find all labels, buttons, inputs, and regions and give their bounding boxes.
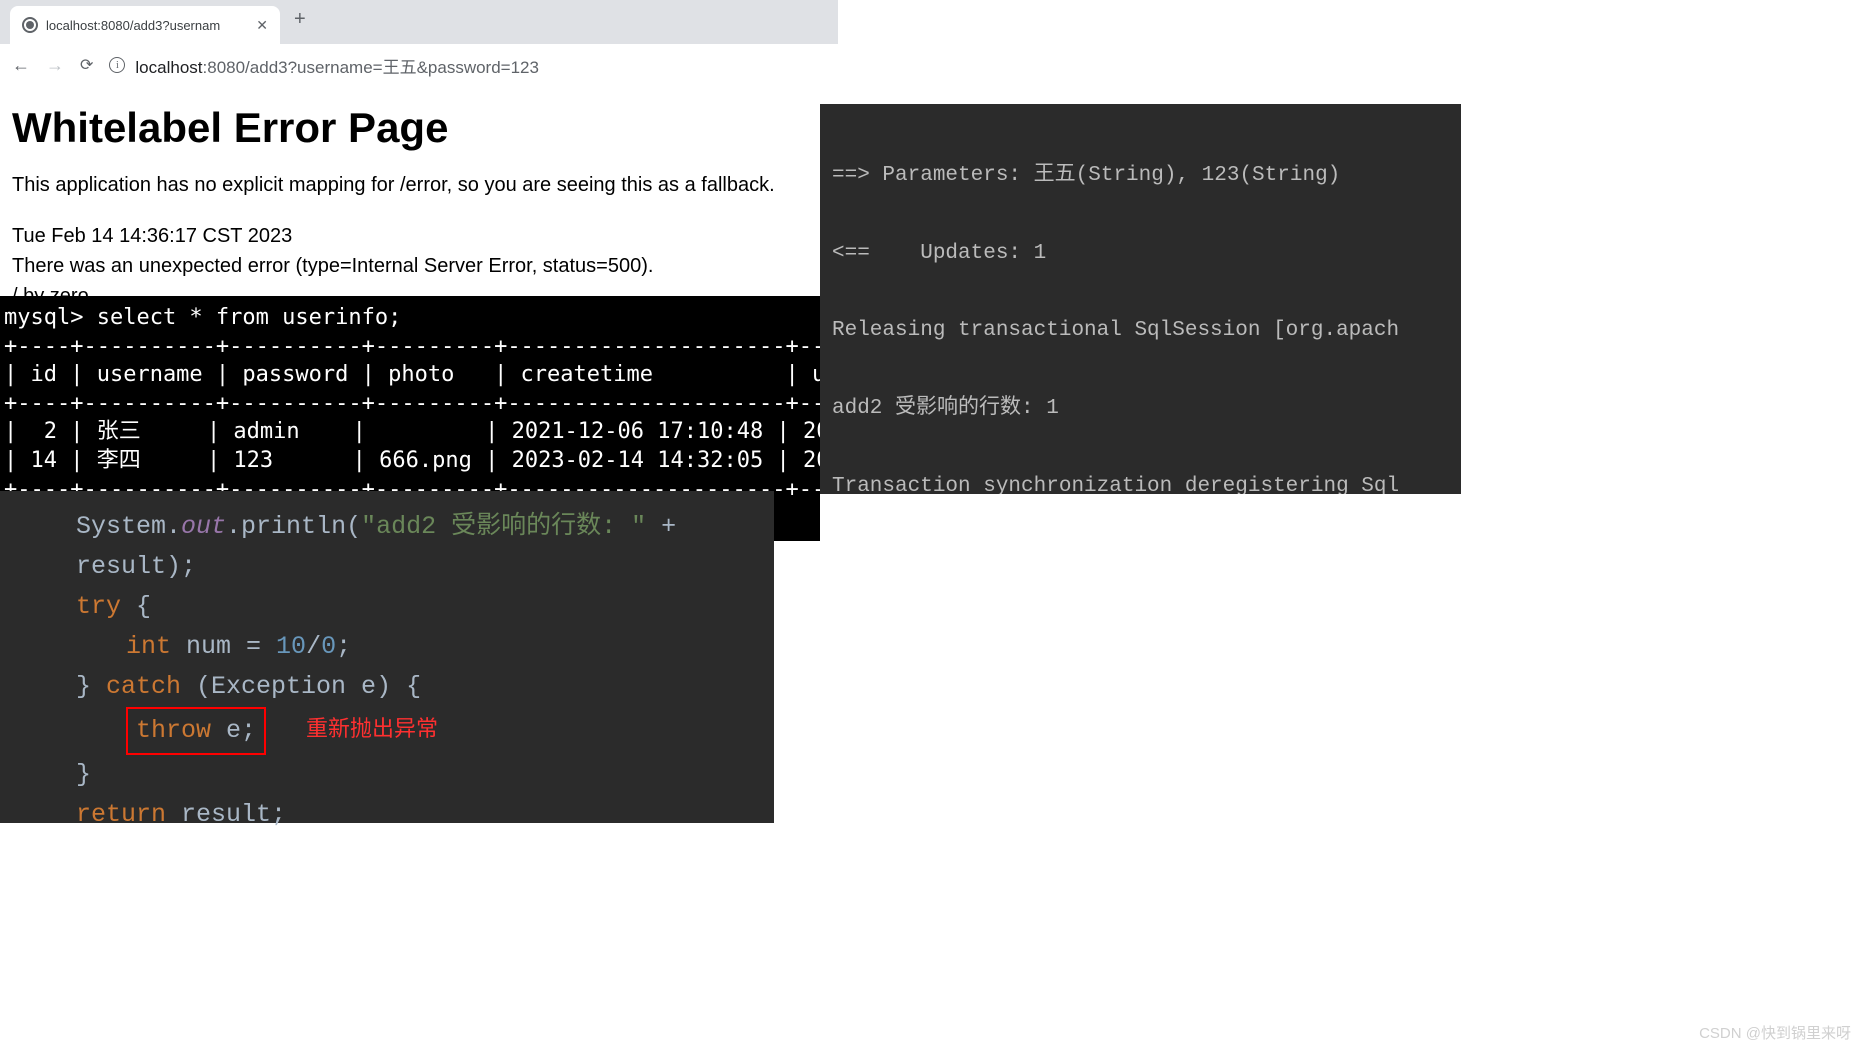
back-button[interactable]: ← (12, 55, 30, 76)
code-annotation: 重新抛出异常 (306, 713, 438, 748)
code-line: throw e; 重新抛出异常 (76, 707, 774, 755)
close-icon[interactable]: ✕ (256, 17, 268, 34)
code-line: } catch (Exception e) { (76, 667, 774, 707)
globe-icon (22, 17, 38, 33)
watermark: CSDN @快到锅里来呀 (1699, 1022, 1851, 1043)
ide-editor[interactable]: System.out.println("add2 受影响的行数: " + res… (0, 491, 774, 823)
new-tab-button[interactable]: + (280, 8, 320, 31)
tab-bar: localhost:8080/add3?usernam ✕ + (0, 0, 838, 44)
browser-tab[interactable]: localhost:8080/add3?usernam ✕ (10, 6, 280, 44)
url-input[interactable]: i localhost:8080/add3?username=王五&passwo… (109, 53, 826, 78)
log-line: add2 受影响的行数: 1 (832, 390, 1449, 429)
code-line: int num = 10/0; (76, 627, 774, 667)
log-line: Transaction synchronization deregisterin… (832, 468, 1449, 494)
address-bar: ← → ⟳ i localhost:8080/add3?username=王五&… (0, 44, 838, 86)
log-line: <== Updates: 1 (832, 235, 1449, 274)
log-line: ==> Parameters: 王五(String), 123(String) (832, 157, 1449, 196)
browser-chrome: localhost:8080/add3?usernam ✕ + ← → ⟳ i … (0, 0, 838, 86)
code-line: try { (76, 587, 774, 627)
log-line: Releasing transactional SqlSession [org.… (832, 312, 1449, 351)
code-line: System.out.println("add2 受影响的行数: " + res… (76, 507, 774, 587)
code-line: return result; (76, 795, 774, 835)
info-icon[interactable]: i (109, 57, 125, 73)
url-text: localhost:8080/add3?username=王五&password… (135, 53, 539, 78)
reload-button[interactable]: ⟳ (80, 55, 93, 75)
forward-button[interactable]: → (46, 55, 64, 76)
console-log[interactable]: ==> Parameters: 王五(String), 123(String) … (820, 104, 1461, 494)
tab-title: localhost:8080/add3?usernam (46, 18, 248, 33)
highlighted-code: throw e; (126, 707, 266, 755)
code-line: } (76, 755, 774, 795)
